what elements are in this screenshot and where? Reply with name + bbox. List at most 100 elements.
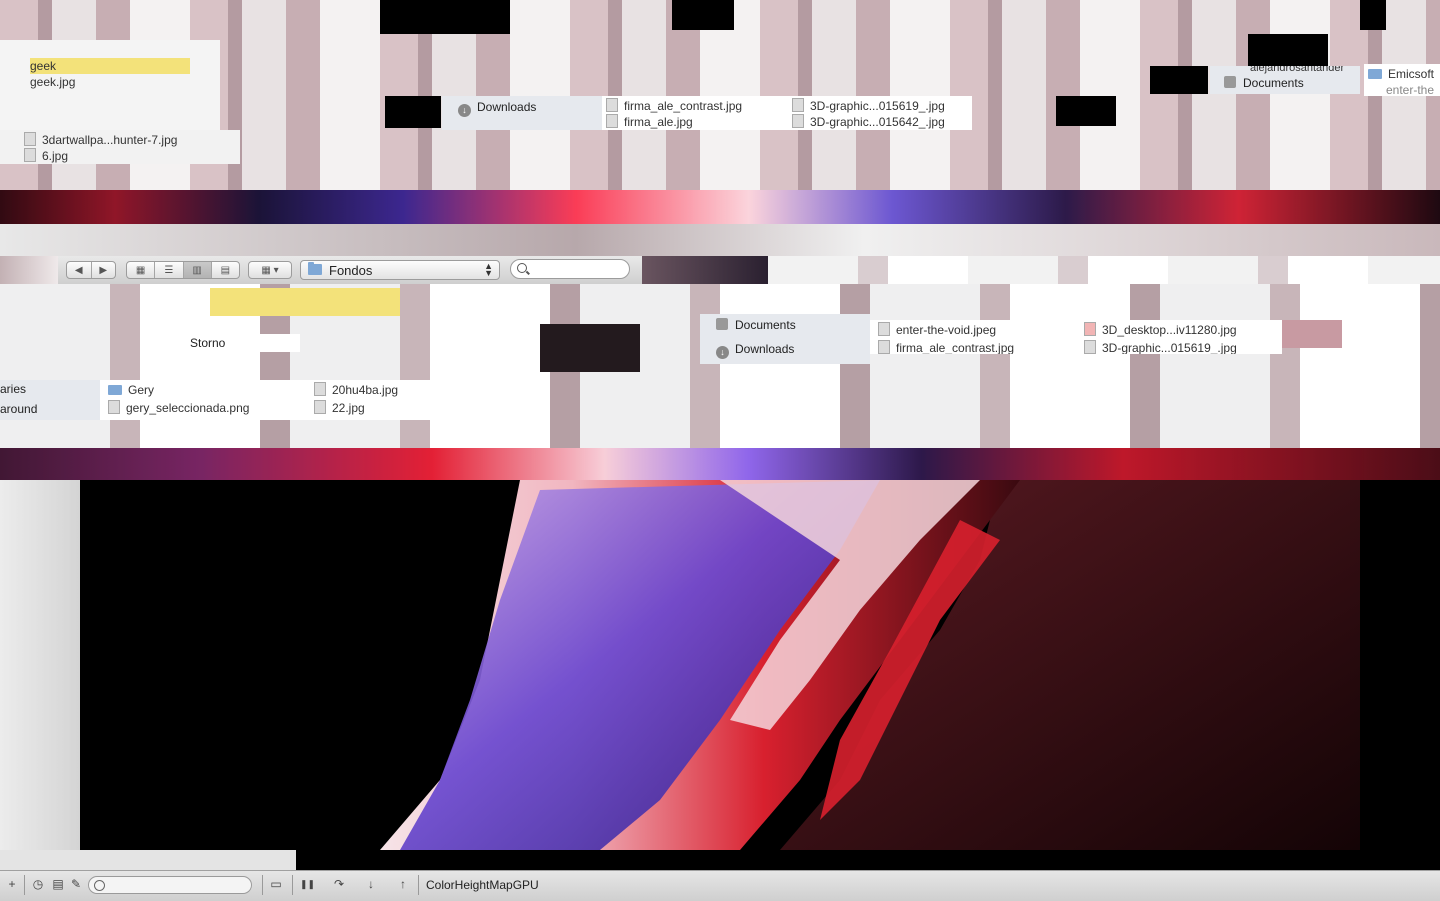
list-item[interactable]: 3D-graphic...015619_.jpg	[792, 98, 945, 114]
window-edge	[0, 480, 80, 850]
folder-icon	[1368, 69, 1382, 79]
list-item[interactable]: firma_ale_contrast.jpg	[606, 98, 742, 114]
list-item[interactable]: Gery	[108, 382, 154, 398]
back-forward-control: ◀ ▶	[66, 261, 116, 279]
list-item[interactable]: 3D-graphic...015619_.jpg	[1084, 340, 1237, 354]
finder-fragment-mid: firma_ale_contrast.jpg firma_ale.jpg	[602, 96, 782, 130]
arrange-control: ▦ ▾	[248, 261, 292, 279]
list-item[interactable]: enter-the-void.jpeg	[878, 322, 996, 338]
glitch-block	[385, 96, 441, 128]
glitch-band	[0, 224, 1440, 256]
image-file-icon	[24, 148, 36, 162]
list-item[interactable]: alejandrosantander	[1250, 66, 1344, 76]
list-item[interactable]: 6.jpg	[24, 148, 68, 164]
step-out-button[interactable]: ↑	[396, 877, 410, 891]
finder-fragment-right: 3D_desktop...iv11280.jpg 3D-graphic...01…	[1076, 320, 1282, 354]
finder-fragment-left: geek geek.jpg	[0, 40, 220, 130]
image-file-icon	[606, 98, 618, 112]
image-file-icon	[792, 114, 804, 128]
list-item[interactable]: geek	[30, 58, 190, 74]
separator	[292, 875, 293, 895]
finder-column: 20hu4ba.jpg 22.jpg	[306, 380, 514, 420]
glitch-streak	[0, 448, 1440, 480]
window-edge	[1360, 480, 1440, 850]
glitch-block	[672, 0, 734, 30]
sidebar-item-downloads[interactable]: ↓ Downloads	[716, 340, 794, 359]
debug-bar: + ◷ ▤ ✎ ▭ ❚❚ ↷ ↓ ↑ ColorHeightMapGPU	[0, 870, 1440, 901]
filter-icon	[94, 880, 105, 891]
glitch-band	[642, 256, 768, 284]
scheme-name[interactable]: ColorHeightMapGPU	[426, 878, 539, 892]
sidebar-item[interactable]: aries	[0, 380, 26, 398]
download-icon: ↓	[458, 104, 471, 117]
finder-sidebar-fragment: Documents ↓ Downloads	[700, 314, 870, 364]
list-item[interactable]: gery_seleccionada.png	[108, 400, 249, 416]
list-item[interactable]: geek.jpg	[30, 74, 75, 90]
finder-toolbar: ◀ ▶ ▦ ☰ ▥ ▤ ▦ ▾ Fondos ▲ ▼	[58, 256, 642, 285]
sidebar-item-documents[interactable]: Documents	[716, 316, 796, 334]
finder-fragment-far-right: Emicsoft enter-the	[1364, 64, 1440, 96]
list-item[interactable]: 20hu4ba.jpg	[314, 382, 398, 398]
list-item[interactable]: 3D-graphic...015642_.jpg	[792, 114, 945, 130]
edit-icon[interactable]: ✎	[69, 877, 83, 891]
separator	[24, 875, 25, 895]
download-icon: ↓	[716, 346, 729, 359]
sidebar-item-documents[interactable]: Documents	[1224, 74, 1304, 92]
glitch-block	[1360, 0, 1386, 30]
list-item[interactable]: firma_ale.jpg	[606, 114, 693, 130]
glitch-band-middle: Documents ↓ Downloads enter-the-void.jpeg…	[0, 284, 1440, 448]
list-item[interactable]: Emicsoft	[1368, 66, 1434, 82]
list-item[interactable]: enter-the	[1386, 82, 1434, 96]
icon-view-button[interactable]: ▦	[127, 262, 156, 278]
glitch-block	[1248, 34, 1328, 66]
glitch-band-top: geek geek.jpg 3dartwallpa...hunter-7.jpg…	[0, 0, 1440, 190]
list-item[interactable]: 22.jpg	[314, 400, 365, 416]
folder-icon	[108, 385, 122, 395]
log-icon[interactable]: ▤	[51, 877, 65, 891]
image-file-icon	[792, 98, 804, 112]
finder-sidebar-fragment: ↓ Downloads	[442, 96, 602, 130]
list-item[interactable]: firma_ale_contrast.jpg	[878, 340, 1014, 354]
sidebar-item[interactable]: around	[0, 400, 37, 418]
finder-column: Gery gery_seleccionada.png	[100, 380, 306, 420]
separator	[418, 875, 419, 895]
filter-field[interactable]	[88, 876, 252, 894]
glitch-streak	[0, 190, 1440, 224]
image-file-icon	[108, 400, 120, 414]
forward-button[interactable]: ▶	[92, 262, 116, 278]
sidebar-item-downloads[interactable]: ↓ Downloads	[458, 98, 536, 117]
separator	[262, 875, 263, 895]
documents-icon	[716, 318, 728, 330]
finder-sidebar-fragment: Documents alejandrosantander	[1210, 66, 1360, 94]
image-file-icon	[606, 114, 618, 128]
step-over-button[interactable]: ↷	[332, 877, 346, 891]
image-file-icon	[314, 382, 326, 396]
glitch-band	[768, 256, 1440, 284]
glitch-block	[1282, 320, 1342, 348]
back-button[interactable]: ◀	[67, 262, 92, 278]
clock-icon[interactable]: ◷	[31, 877, 45, 891]
list-item[interactable]: 3D_desktop...iv11280.jpg	[1084, 322, 1237, 338]
glitch-block	[540, 324, 640, 372]
glitch-block	[1056, 96, 1116, 126]
step-into-button[interactable]: ↓	[364, 877, 378, 891]
image-file-icon	[1084, 322, 1096, 336]
column-view-button[interactable]: ▥	[183, 262, 212, 278]
finder-fragment-mid: enter-the-void.jpeg firma_ale_contrast.j…	[870, 320, 1076, 354]
pause-button[interactable]: ❚❚	[300, 877, 315, 891]
add-button[interactable]: +	[5, 877, 19, 891]
search-icon	[517, 263, 527, 273]
list-item[interactable]: 3dartwallpa...hunter-7.jpg	[24, 132, 177, 148]
path-popup[interactable]: Fondos ▲ ▼	[300, 260, 500, 280]
list-view-button[interactable]: ☰	[155, 262, 184, 278]
search-field[interactable]	[510, 259, 630, 279]
popup-arrows-icon: ▲ ▼	[484, 261, 493, 278]
path-folder-label: Fondos	[329, 263, 373, 278]
glitch-block	[380, 0, 510, 34]
console-toggle-icon[interactable]: ▭	[269, 877, 283, 891]
coverflow-view-button[interactable]: ▤	[212, 262, 239, 278]
glitch-band	[0, 256, 58, 284]
view-bottom-edge	[0, 850, 1440, 870]
image-file-icon	[1084, 340, 1096, 354]
arrange-button[interactable]: ▦ ▾	[249, 262, 291, 278]
